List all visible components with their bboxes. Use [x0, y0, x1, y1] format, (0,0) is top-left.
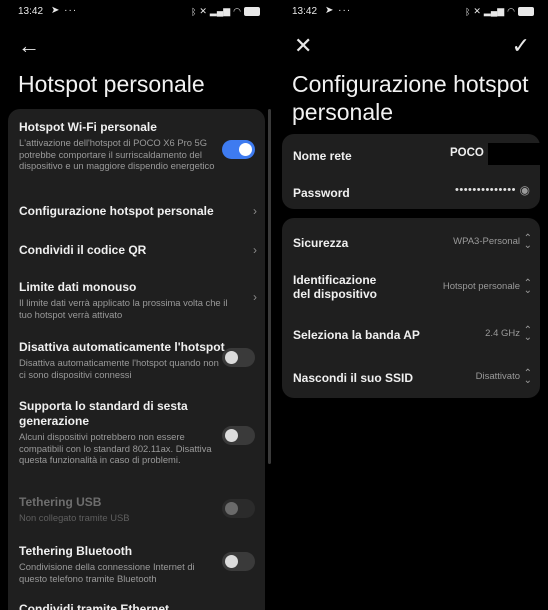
row-title: Disattiva automaticamente l'hotspot — [19, 340, 225, 354]
device-id-row[interactable]: Identificazione del dispositivo Hotspot … — [293, 273, 532, 301]
row-title: Limite dati monouso — [19, 280, 137, 294]
chevron-updown-icon: ⌃ ⌄ — [523, 325, 532, 343]
status-bar: 13:42 ➤ ··· ᛒ ✕ ▂▄▆ ◠ — [292, 5, 534, 20]
status-time: 13:42 — [18, 6, 44, 17]
ap-band-row[interactable]: Seleziona la banda AP 2.4 GHz ⌃ ⌄ — [293, 325, 532, 344]
network-name-label: Nome rete — [293, 149, 352, 163]
system-icons: ᛒ ✕ ▂▄▆ ◠ — [191, 6, 260, 17]
row-title: Tethering USB — [19, 495, 102, 509]
bluetooth-icon: ᛒ — [190, 6, 197, 17]
status-bar: 13:42 ➤ ··· ᛒ ✕ ▂▄▆ ◠ — [18, 5, 260, 20]
wifi6-toggle[interactable] — [222, 426, 255, 445]
eye-icon[interactable]: ◉ — [520, 183, 530, 197]
row-subtitle: L'attivazione dell'hotspot di POCO X6 Pr… — [19, 137, 215, 171]
row-subtitle: Alcuni dispositivi potrebbero non essere… — [19, 431, 212, 465]
notification-icons: ➤ ··· — [51, 5, 78, 16]
settings-card: Hotspot Wi-Fi personale L'attivazione de… — [8, 109, 265, 610]
device-id-label: Identificazione del dispositivo — [293, 273, 378, 301]
network-name-value[interactable]: POCO — [450, 147, 484, 159]
security-row[interactable]: Sicurezza WPA3-Personal ⌃ ⌄ — [293, 233, 532, 252]
row-subtitle: Condivisione della connessione Internet … — [19, 561, 195, 584]
row-title: Condividi tramite Ethernet — [19, 602, 170, 610]
password-label: Password — [293, 186, 350, 200]
page-title: Hotspot personale — [18, 71, 205, 97]
battery-icon — [244, 7, 260, 16]
hide-ssid-row[interactable]: Nascondi il suo SSID Disattivato ⌃ ⌄ — [293, 368, 532, 387]
hotspot-toggle[interactable] — [222, 140, 255, 159]
toggle-knob — [225, 351, 238, 364]
close-icon[interactable]: ✕ — [294, 34, 312, 58]
row-title: Hotspot Wi-Fi personale — [19, 120, 157, 134]
notification-icons: ➤ ··· — [325, 5, 352, 16]
row-title: Supporta lo standard di sesta generazion… — [19, 399, 188, 428]
share-qr-row[interactable]: Condividi il codice QR › — [19, 243, 257, 258]
chevron-updown-icon: ⌃ ⌄ — [523, 278, 532, 296]
row-subtitle: Disattiva automaticamente l'hotspot quan… — [19, 357, 219, 380]
device-id-value: Hotspot personale — [442, 281, 520, 292]
hotspot-wifi-row[interactable]: Hotspot Wi-Fi personale L'attivazione de… — [19, 120, 255, 172]
hide-ssid-value: Disattivato — [475, 371, 520, 382]
wifi-icon: ◠ — [507, 6, 515, 16]
hotspot-config-screen: 13:42 ➤ ··· ᛒ ✕ ▂▄▆ ◠ ✕ ✓ Configurazione… — [274, 0, 548, 610]
usb-tethering-row: Tethering USB Non collegato tramite USB — [19, 495, 255, 524]
auto-disable-toggle[interactable] — [222, 348, 255, 367]
wifi-icon: ◠ — [233, 6, 241, 16]
network-name-row[interactable]: Nome rete POCO — [293, 143, 544, 165]
row-title: Tethering Bluetooth — [19, 544, 133, 558]
mute-icon: ✕ — [199, 6, 207, 16]
ethernet-row[interactable]: Condividi tramite Ethernet — [19, 602, 251, 610]
security-value: WPA3-Personal — [453, 236, 520, 247]
signal-icon: ▂▄▆ — [209, 6, 231, 16]
bluetooth-icon: ᛒ — [464, 6, 471, 17]
system-icons: ᛒ ✕ ▂▄▆ ◠ — [465, 6, 534, 17]
status-time: 13:42 — [292, 6, 318, 17]
signal-icon: ▂▄▆ — [483, 6, 505, 16]
ap-band-value: 2.4 GHz — [485, 328, 520, 339]
row-title: Configurazione hotspot personale — [19, 204, 214, 218]
battery-icon — [518, 7, 534, 16]
toggle-knob — [225, 502, 238, 515]
ap-band-label: Seleziona la banda AP — [293, 328, 420, 342]
bluetooth-tethering-toggle[interactable] — [222, 552, 255, 571]
hotspot-config-row[interactable]: Configurazione hotspot personale › — [19, 204, 257, 219]
usb-tethering-toggle — [222, 499, 255, 518]
toggle-knob — [225, 429, 238, 442]
mute-icon: ✕ — [473, 6, 481, 16]
hotspot-screen: 13:42 ➤ ··· ᛒ ✕ ▂▄▆ ◠ ← Hotspot personal… — [0, 0, 274, 610]
redaction-box — [488, 143, 544, 165]
back-arrow-icon[interactable]: ← — [18, 34, 40, 58]
hide-ssid-label: Nascondi il suo SSID — [293, 371, 414, 385]
chevron-updown-icon: ⌃ ⌄ — [523, 368, 532, 386]
wifi6-row[interactable]: Supporta lo standard di sesta generazion… — [19, 399, 255, 466]
scrollbar[interactable] — [268, 109, 271, 464]
password-value[interactable]: •••••••••••••• — [455, 184, 516, 196]
row-title: Condividi il codice QR — [19, 243, 147, 257]
auto-disable-row[interactable]: Disattiva automaticamente l'hotspot Disa… — [19, 340, 255, 380]
network-card: Nome rete POCO Password •••••••••••••• ◉ — [282, 134, 544, 209]
advanced-card: Sicurezza WPA3-Personal ⌃ ⌄ Identificazio… — [282, 218, 540, 398]
toggle-knob — [225, 555, 238, 568]
toggle-knob — [239, 143, 252, 156]
password-row[interactable]: Password •••••••••••••• ◉ — [293, 183, 530, 202]
data-limit-row[interactable]: Limite dati monouso Il limite dati verrà… — [19, 280, 257, 320]
chevron-right-icon: › — [253, 204, 257, 218]
chevron-right-icon: › — [253, 290, 257, 304]
bluetooth-tethering-row[interactable]: Tethering Bluetooth Condivisione della c… — [19, 544, 255, 584]
row-subtitle: Non collegato tramite USB — [19, 512, 130, 523]
chevron-updown-icon: ⌃ ⌄ — [523, 233, 532, 251]
security-label: Sicurezza — [293, 236, 349, 250]
chevron-right-icon: › — [253, 243, 257, 257]
checkmark-icon[interactable]: ✓ — [512, 34, 530, 58]
page-title: Configurazione hotspot personale — [292, 71, 529, 125]
row-subtitle: Il limite dati verrà applicato la prossi… — [19, 297, 228, 320]
